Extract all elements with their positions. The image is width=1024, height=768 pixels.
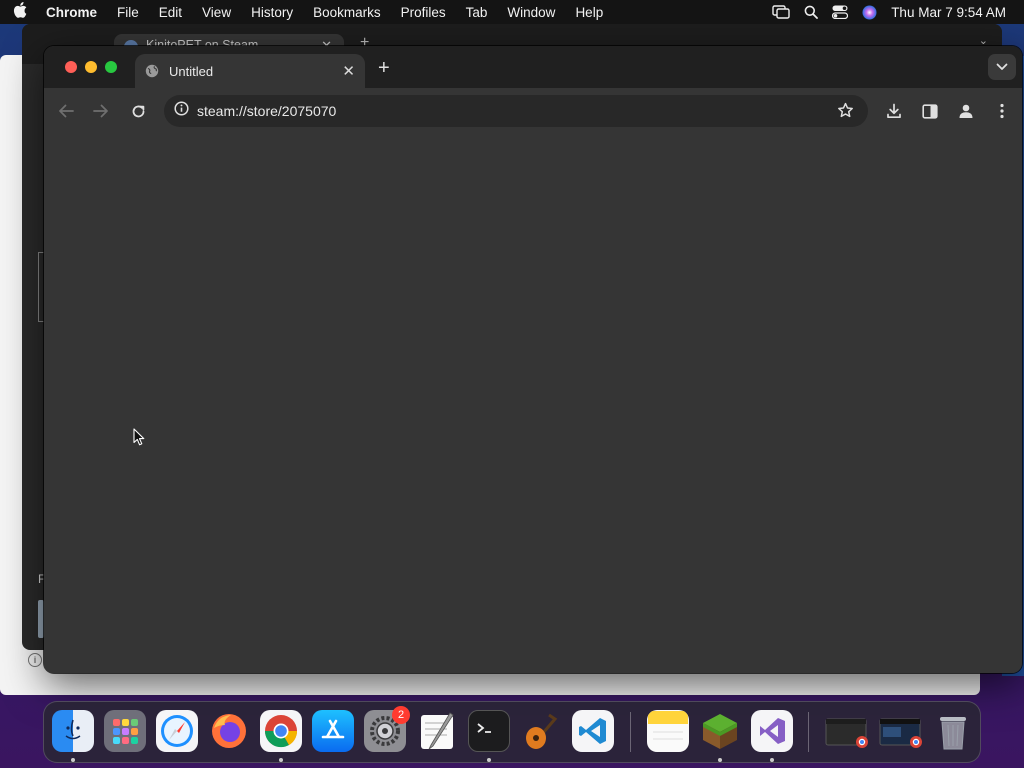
running-indicator [279,758,283,762]
close-tab-icon[interactable]: ✕ [342,64,355,79]
tab-untitled[interactable]: Untitled ✕ [135,54,365,88]
chrome-window-thumbnail-icon[interactable] [824,710,870,752]
menu-profiles[interactable]: Profiles [391,5,456,20]
bookmark-star-icon[interactable] [837,102,854,124]
finder-icon[interactable] [52,710,94,752]
address-bar[interactable] [164,95,868,127]
launchpad-icon[interactable] [104,710,146,752]
zoom-window-button[interactable] [105,61,117,73]
globe-icon [145,64,159,78]
spotlight-search-icon[interactable] [804,5,819,19]
forward-button[interactable] [90,100,112,122]
visual-studio-icon[interactable] [751,710,793,752]
menu-tab[interactable]: Tab [456,5,498,20]
vscode-icon[interactable] [572,710,614,752]
chrome-window: Untitled ✕ + [44,46,1022,673]
dock: 2 [43,701,981,763]
running-indicator [718,758,722,762]
textedit-icon[interactable] [416,710,458,752]
menubar-clock[interactable]: Thu Mar 7 9:54 AM [891,5,1006,20]
app-store-icon[interactable] [312,710,354,752]
garageband-icon[interactable] [520,710,562,752]
forward-arrow-icon [93,104,108,118]
menu-app-name[interactable]: Chrome [40,5,107,20]
side-panel-icon[interactable] [919,100,941,122]
firefox-icon[interactable] [208,710,250,752]
menu-help[interactable]: Help [565,5,613,20]
siri-icon[interactable] [862,5,877,20]
terminal-icon[interactable] [468,710,510,752]
reload-icon [132,105,144,117]
reload-button[interactable] [127,100,149,122]
chevron-down-icon [996,63,1008,70]
chrome-icon[interactable] [260,710,302,752]
new-tab-button[interactable]: + [378,58,390,78]
running-indicator [71,758,75,762]
running-indicator [770,758,774,762]
minimize-window-button[interactable] [85,61,97,73]
menu-window[interactable]: Window [497,5,565,20]
menu-history[interactable]: History [241,5,303,20]
menu-bookmarks[interactable]: Bookmarks [303,5,391,20]
more-menu-icon[interactable] [991,100,1013,122]
back-button[interactable] [55,100,77,122]
site-info-icon[interactable] [174,101,189,121]
notification-badge: 2 [392,706,410,724]
back-arrow-icon [59,104,74,118]
dock-separator [630,712,631,752]
dock-separator [808,712,809,752]
menu-bar: Chrome File Edit View History Bookmarks … [0,0,1024,24]
url-input[interactable] [197,103,797,119]
close-window-button[interactable] [65,61,77,73]
notes-icon[interactable] [647,710,689,752]
tab-bar: Untitled ✕ + [44,46,1022,88]
page-content[interactable] [44,134,1022,673]
mouse-cursor-icon [133,428,145,451]
running-indicator [487,758,491,762]
menu-edit[interactable]: Edit [149,5,192,20]
chrome-window-thumbnail-2-icon[interactable] [878,710,924,752]
trash-icon[interactable] [932,710,974,752]
tab-title: Untitled [169,63,214,79]
menu-view[interactable]: View [192,5,241,20]
screen-mirroring-icon[interactable] [772,5,790,19]
info-icon: i [28,653,42,667]
browser-toolbar [44,88,1022,134]
download-icon[interactable] [883,100,905,122]
minecraft-icon[interactable] [699,710,741,752]
menu-file[interactable]: File [107,5,149,20]
apple-menu-icon[interactable] [0,2,40,22]
safari-icon[interactable] [156,710,198,752]
profile-icon[interactable] [955,100,977,122]
tab-search-button[interactable] [988,54,1016,80]
control-center-icon[interactable] [832,5,849,19]
